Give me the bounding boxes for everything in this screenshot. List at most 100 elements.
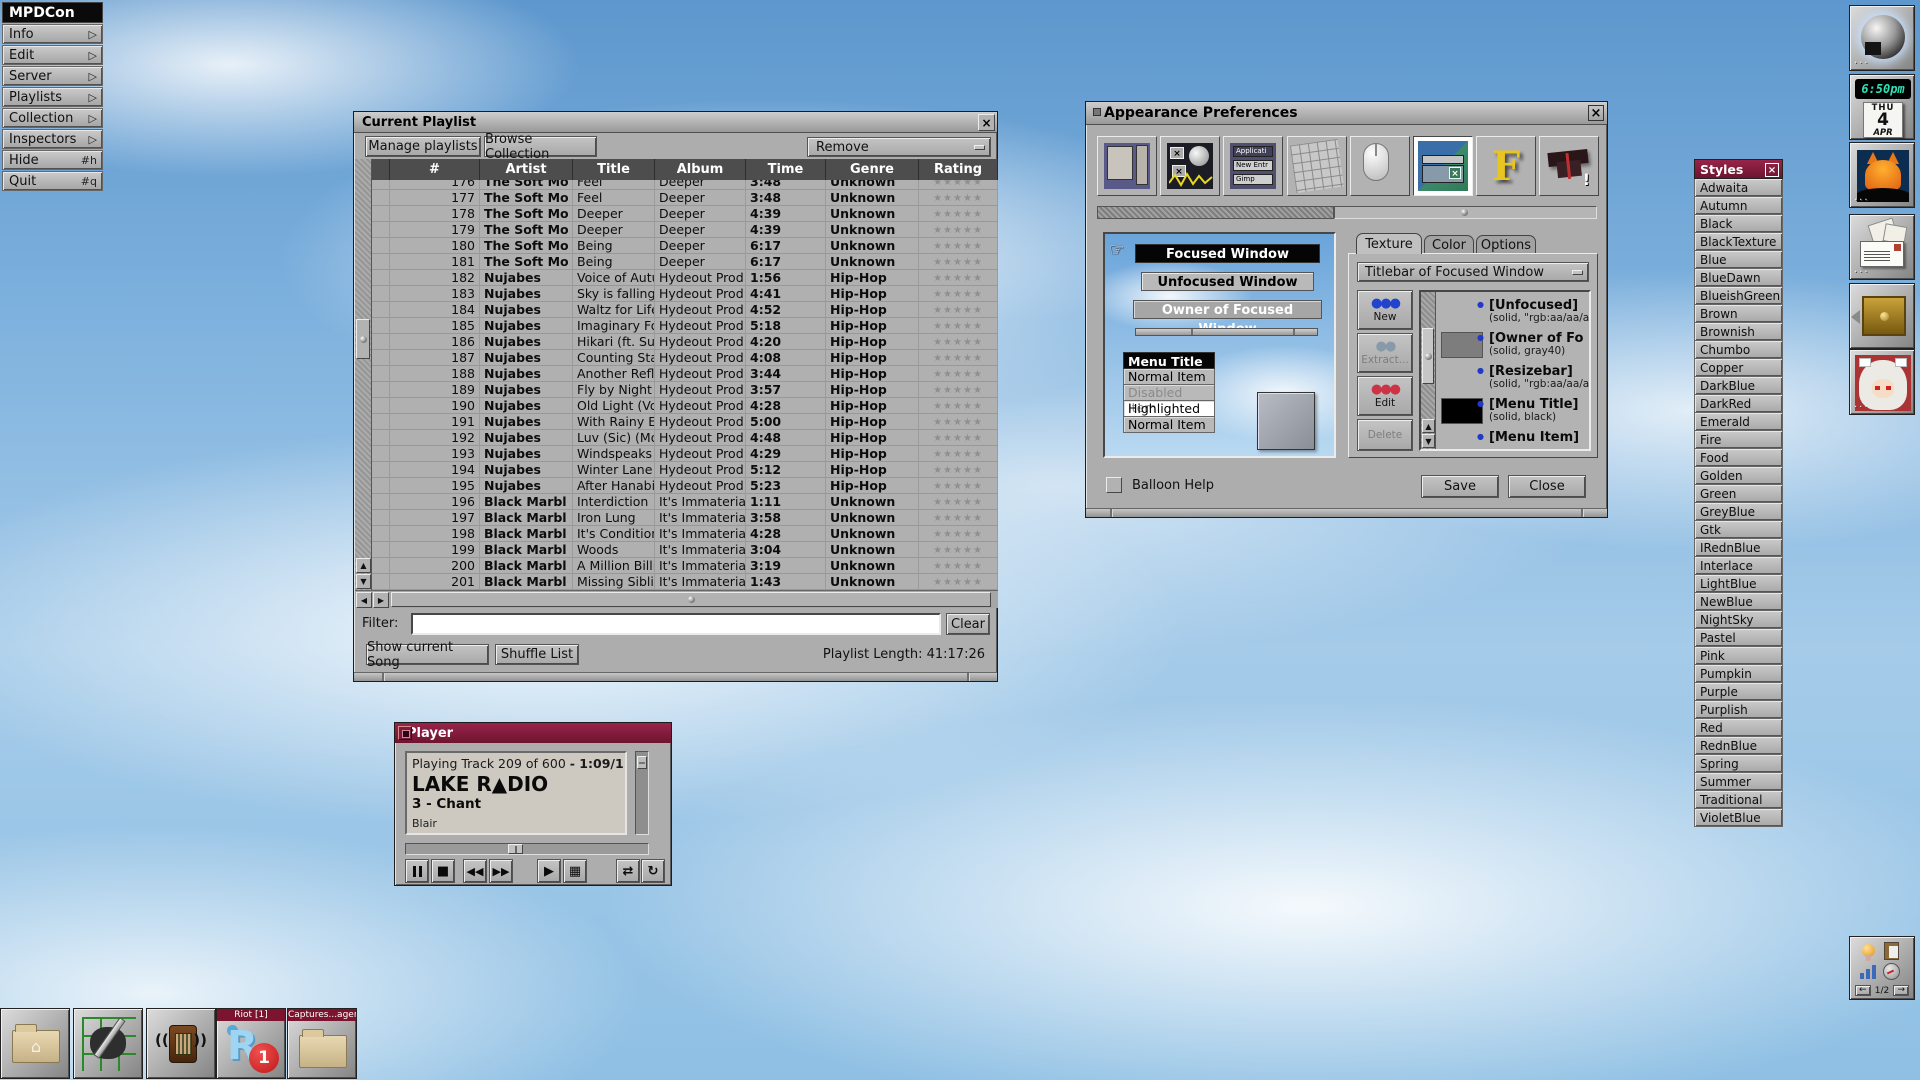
shuffle-list-button[interactable]: Shuffle List xyxy=(495,644,579,665)
table-row[interactable]: 180The Soft MoBeingDeeper6:17Unknown★★★★… xyxy=(372,238,998,254)
playlist-horizontal-scrollbar[interactable]: ◀ ▶ xyxy=(355,590,998,608)
preview-icon-tile[interactable] xyxy=(1257,392,1315,450)
style-item-autumn[interactable]: Autumn xyxy=(1694,196,1783,215)
close-icon[interactable]: × xyxy=(1588,105,1604,121)
edit-texture-button[interactable]: ●●● Edit xyxy=(1357,376,1413,416)
header-cell-artist[interactable]: Artist xyxy=(480,159,573,180)
preview-resizebar[interactable] xyxy=(1135,328,1318,336)
close-icon[interactable]: × xyxy=(1765,163,1779,177)
preview-owner-window[interactable]: Owner of Focused Window xyxy=(1133,300,1322,319)
style-item-bluedawn[interactable]: BlueDawn xyxy=(1694,268,1783,287)
icon-scrollbar[interactable] xyxy=(1334,206,1597,219)
style-item-brown[interactable]: Brown xyxy=(1694,304,1783,323)
header-cell-num[interactable]: # xyxy=(390,159,480,180)
dock-tile-pager[interactable]: ← 1/2 → xyxy=(1849,936,1915,1000)
scroll-left-icon[interactable]: ◀ xyxy=(356,592,372,608)
scroll-down-icon[interactable]: ▼ xyxy=(1422,434,1435,448)
dock-tile-drawer[interactable] xyxy=(1849,283,1915,349)
texture-list-scrollbar[interactable]: ▲ ▼ xyxy=(1421,292,1436,449)
menu-item-server[interactable]: Server▷ xyxy=(2,66,103,86)
resize-bar[interactable] xyxy=(354,672,997,681)
table-row[interactable]: 181The Soft MoBeingDeeper6:17Unknown★★★★… xyxy=(372,254,998,270)
seek-handle[interactable] xyxy=(508,844,523,854)
table-row[interactable]: 192NujabesLuv (Sic) (MoHydeout Prod4:48H… xyxy=(372,430,998,446)
menu-item-inspectors[interactable]: Inspectors▷ xyxy=(2,129,103,149)
scroll-down-icon[interactable]: ▼ xyxy=(356,574,371,589)
table-row[interactable]: 189NujabesFly by Night (Hydeout Prod3:57… xyxy=(372,382,998,398)
dock-tile-mail[interactable]: ··· xyxy=(1849,214,1915,280)
play-button[interactable]: ▶ xyxy=(537,859,561,883)
style-item-golden[interactable]: Golden xyxy=(1694,466,1783,485)
next-button[interactable]: ▶▶ xyxy=(489,859,513,883)
resize-bar[interactable] xyxy=(1086,508,1607,517)
menu-item-collection[interactable]: Collection▷ xyxy=(2,108,103,128)
table-row[interactable]: 178The Soft MoDeeperDeeper4:39Unknown★★★… xyxy=(372,206,998,222)
player-titlebar[interactable]: Player xyxy=(395,723,671,743)
scrollbar-knob[interactable] xyxy=(1461,209,1468,216)
table-row[interactable]: 195NujabesAfter HanabiHydeout Prod5:23Hi… xyxy=(372,478,998,494)
styles-titlebar[interactable]: Styles × xyxy=(1694,159,1783,179)
table-row[interactable]: 200Black MarblA Million BillioIt's Immat… xyxy=(372,558,998,574)
miniwindow-captures[interactable]: Captures...ager xyxy=(287,1008,357,1079)
table-row[interactable]: 176The Soft MoFeelDeeper3:48Unknown★★★★★ xyxy=(372,180,998,190)
preview-menu-item[interactable]: Disabled Item xyxy=(1123,385,1215,401)
pause-button[interactable] xyxy=(405,859,429,883)
style-item-blacktexture[interactable]: BlackTexture xyxy=(1694,232,1783,251)
window-focus-prefs-icon[interactable]: × xyxy=(1413,136,1473,196)
table-row[interactable]: 196Black MarblInterdictionIt's Immateria… xyxy=(372,494,998,510)
preview-focused-window[interactable]: Focused Window xyxy=(1135,244,1320,263)
save-button[interactable]: Save xyxy=(1421,475,1499,498)
style-item-blue[interactable]: Blue xyxy=(1694,250,1783,269)
scroll-up-icon[interactable]: ▲ xyxy=(1422,419,1435,433)
menu-item-info[interactable]: Info▷ xyxy=(2,24,103,44)
style-item-emerald[interactable]: Emerald xyxy=(1694,412,1783,431)
playlist-view-button[interactable]: ▦ xyxy=(563,859,587,883)
extract-texture-button[interactable]: ●● Extract... xyxy=(1357,333,1413,373)
miniaturize-icon[interactable] xyxy=(398,726,412,740)
clear-filter-button[interactable]: Clear xyxy=(946,613,990,635)
style-item-newblue[interactable]: NewBlue xyxy=(1694,592,1783,611)
style-item-pink[interactable]: Pink xyxy=(1694,646,1783,665)
previous-button[interactable]: ◀◀ xyxy=(463,859,487,883)
style-item-brownish[interactable]: Brownish xyxy=(1694,322,1783,341)
table-row[interactable]: 177The Soft MoFeelDeeper3:48Unknown★★★★★ xyxy=(372,190,998,206)
tab-texture[interactable]: Texture xyxy=(1356,233,1422,254)
keyboard-prefs-icon[interactable] xyxy=(1287,136,1347,196)
tab-options[interactable]: Options xyxy=(1476,235,1536,254)
table-row[interactable]: 198Black MarblIt's ConditionIt's Immater… xyxy=(372,526,998,542)
preview-unfocused-window[interactable]: Unfocused Window xyxy=(1141,272,1314,291)
scrollbar-knob[interactable] xyxy=(356,319,370,359)
style-item-greyblue[interactable]: GreyBlue xyxy=(1694,502,1783,521)
miniwindow-file-manager[interactable]: ⌂ xyxy=(0,1008,70,1079)
style-item-green[interactable]: Green xyxy=(1694,484,1783,503)
new-texture-button[interactable]: ●●● New xyxy=(1357,290,1413,330)
filter-input[interactable] xyxy=(411,613,941,635)
preview-menu-item[interactable]: Normal Item xyxy=(1123,417,1215,433)
style-item-blueishgreen[interactable]: BlueishGreen xyxy=(1694,286,1783,305)
style-item-darkblue[interactable]: DarkBlue xyxy=(1694,376,1783,395)
table-row[interactable]: 197Black MarblIron LungIt's Immateria3:5… xyxy=(372,510,998,526)
table-row[interactable]: 185NujabesImaginary FoHydeout Prod5:18Hi… xyxy=(372,318,998,334)
repeat-button[interactable]: ↻ xyxy=(641,859,665,883)
table-row[interactable]: 199Black MarblWoodsIt's Immateria3:04Unk… xyxy=(372,542,998,558)
style-item-food[interactable]: Food xyxy=(1694,448,1783,467)
table-row[interactable]: 188NujabesAnother RefleHydeout Prod3:44H… xyxy=(372,366,998,382)
balloon-help-checkbox[interactable] xyxy=(1106,477,1122,493)
style-item-summer[interactable]: Summer xyxy=(1694,772,1783,791)
style-item-chumbo[interactable]: Chumbo xyxy=(1694,340,1783,359)
menu-item-edit[interactable]: Edit▷ xyxy=(2,45,103,65)
mpdcon-menu-title[interactable]: MPDCon xyxy=(2,2,103,23)
windows-prefs-icon[interactable] xyxy=(1097,136,1157,196)
menu-item-quit[interactable]: Quit#q xyxy=(2,171,103,191)
style-item-violetblue[interactable]: VioletBlue xyxy=(1694,808,1783,827)
volume-handle[interactable] xyxy=(637,756,647,769)
style-item-copper[interactable]: Copper xyxy=(1694,358,1783,377)
delete-texture-button[interactable]: Delete xyxy=(1357,419,1413,451)
close-button[interactable]: Close xyxy=(1508,475,1586,498)
font-prefs-icon[interactable]: F xyxy=(1476,136,1536,196)
workspace-next-button[interactable]: → xyxy=(1893,985,1909,996)
style-item-nightsky[interactable]: NightSky xyxy=(1694,610,1783,629)
style-item-red[interactable]: Red xyxy=(1694,718,1783,737)
style-item-traditional[interactable]: Traditional xyxy=(1694,790,1783,809)
playlist-vertical-scrollbar[interactable]: ▲ ▼ xyxy=(355,159,372,590)
